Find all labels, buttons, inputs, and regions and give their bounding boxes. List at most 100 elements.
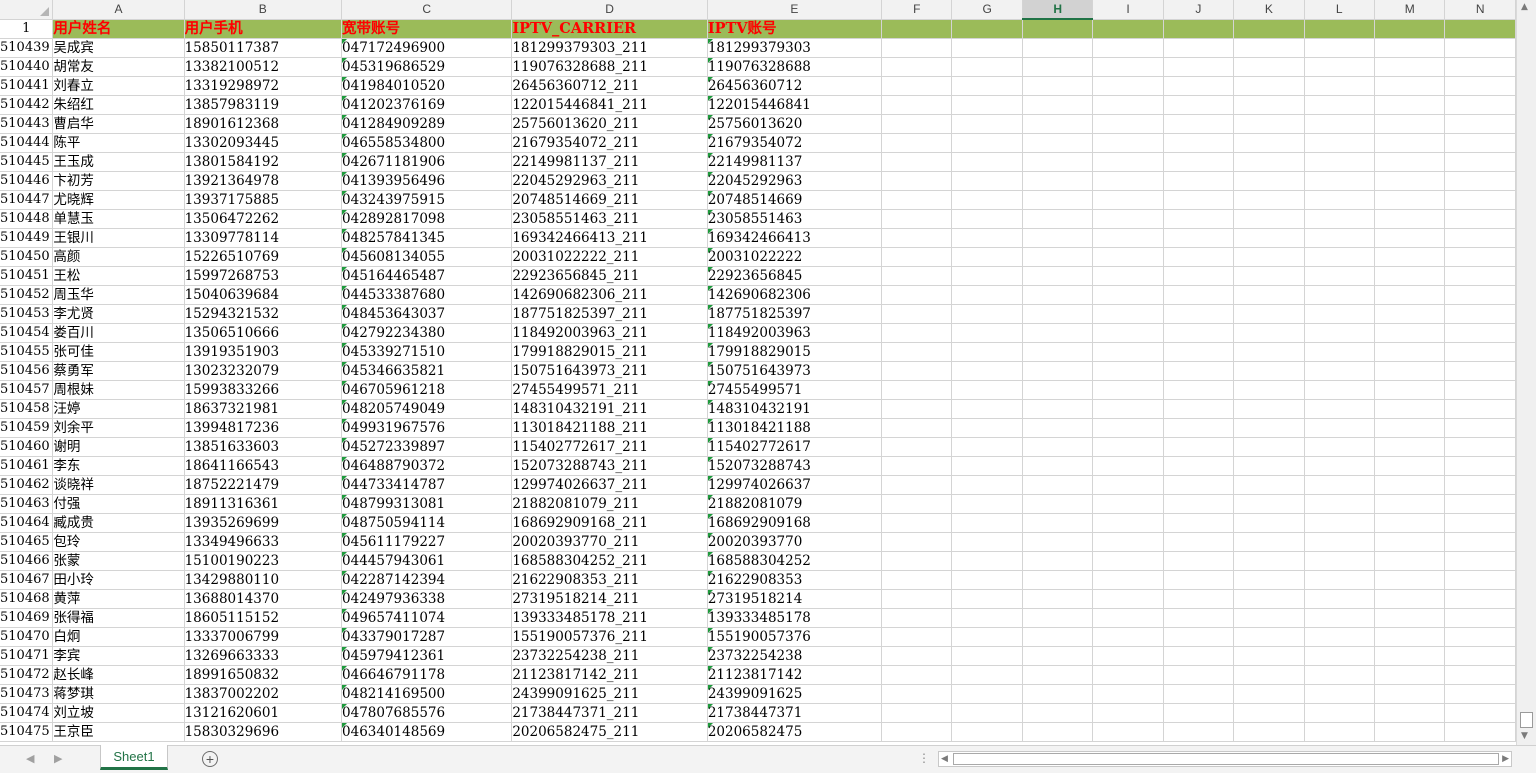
empty-cell[interactable]: [881, 418, 953, 438]
empty-cell[interactable]: [881, 437, 953, 457]
grid-cell[interactable]: 129974026637: [707, 475, 883, 495]
column-header-n[interactable]: N: [1444, 0, 1516, 20]
empty-cell[interactable]: [951, 38, 1023, 58]
empty-cell[interactable]: [1022, 456, 1094, 476]
row-number[interactable]: 510467: [0, 570, 54, 590]
grid-cell[interactable]: 13935269699: [184, 513, 343, 533]
row-number[interactable]: 510440: [0, 57, 54, 77]
empty-cell[interactable]: [1092, 266, 1164, 286]
empty-cell[interactable]: [1163, 323, 1235, 343]
empty-cell[interactable]: [1092, 551, 1164, 571]
empty-cell[interactable]: [1444, 209, 1516, 229]
vertical-scroll-thumb[interactable]: [1520, 712, 1533, 728]
grid-cell[interactable]: 21679354072_211: [511, 133, 708, 153]
empty-cell[interactable]: [1022, 722, 1094, 742]
empty-cell[interactable]: [1304, 646, 1375, 666]
empty-cell[interactable]: [881, 247, 953, 267]
empty-cell[interactable]: [1163, 285, 1235, 305]
empty-cell[interactable]: [1233, 703, 1305, 723]
row-number[interactable]: 510441: [0, 76, 54, 96]
empty-cell[interactable]: [1444, 570, 1516, 590]
grid-cell[interactable]: 王玉成: [52, 152, 185, 172]
column-header-a[interactable]: A: [52, 0, 185, 20]
empty-cell[interactable]: [1092, 513, 1164, 533]
empty-cell[interactable]: [951, 627, 1023, 647]
grid-cell[interactable]: 曹启华: [52, 114, 185, 134]
empty-cell[interactable]: [1444, 475, 1516, 495]
grid-cell[interactable]: 168588304252: [707, 551, 883, 571]
grid-cell[interactable]: 蒋梦琪: [52, 684, 185, 704]
row-number[interactable]: 510471: [0, 646, 54, 666]
empty-cell[interactable]: [1444, 152, 1516, 172]
grid-cell[interactable]: 152073288743: [707, 456, 883, 476]
empty-cell[interactable]: [1374, 513, 1446, 533]
empty-cell[interactable]: [1092, 608, 1164, 628]
empty-cell[interactable]: [1374, 209, 1446, 229]
row-number[interactable]: 510458: [0, 399, 54, 419]
empty-cell[interactable]: [1163, 475, 1235, 495]
empty-cell[interactable]: [1374, 532, 1446, 552]
empty-cell[interactable]: [1374, 627, 1446, 647]
grid-cell[interactable]: 22045292963_211: [511, 171, 708, 191]
empty-cell[interactable]: [951, 399, 1023, 419]
empty-cell[interactable]: [881, 494, 953, 514]
grid-cell[interactable]: 119076328688: [707, 57, 883, 77]
grid-cell[interactable]: 18641166543: [184, 456, 343, 476]
previous-sheet-icon[interactable]: ◀: [26, 752, 34, 765]
empty-cell[interactable]: [1374, 323, 1446, 343]
grid-cell[interactable]: 22149981137: [707, 152, 883, 172]
column-header-c[interactable]: C: [341, 0, 513, 20]
grid-cell[interactable]: 169342466413: [707, 228, 883, 248]
empty-cell[interactable]: [951, 551, 1023, 571]
empty-cell[interactable]: [1374, 171, 1446, 191]
empty-cell[interactable]: [1304, 323, 1375, 343]
empty-cell[interactable]: [1022, 76, 1094, 96]
row-number[interactable]: 510450: [0, 247, 54, 267]
grid-cell[interactable]: 周玉华: [52, 285, 185, 305]
add-sheet-icon[interactable]: +: [202, 751, 218, 767]
empty-cell[interactable]: [1374, 38, 1446, 58]
empty-cell[interactable]: [1233, 133, 1305, 153]
grid-cell[interactable]: 王京臣: [52, 722, 185, 742]
row-number[interactable]: 510455: [0, 342, 54, 362]
grid-cell[interactable]: 115402772617_211: [511, 437, 708, 457]
grid-cell[interactable]: 045319686529: [341, 57, 513, 77]
scroll-up-icon[interactable]: ▲: [1521, 2, 1528, 12]
grid-cell[interactable]: 041284909289: [341, 114, 513, 134]
empty-cell[interactable]: [1092, 437, 1164, 457]
grid-cell[interactable]: 谢明: [52, 437, 185, 457]
empty-cell[interactable]: [1374, 418, 1446, 438]
empty-cell[interactable]: [1092, 19, 1164, 39]
empty-cell[interactable]: [881, 665, 953, 685]
empty-cell[interactable]: [1304, 551, 1375, 571]
empty-cell[interactable]: [1444, 437, 1516, 457]
grid-cell[interactable]: 13919351903: [184, 342, 343, 362]
empty-cell[interactable]: [1374, 399, 1446, 419]
empty-cell[interactable]: [1444, 361, 1516, 381]
grid-cell[interactable]: 044533387680: [341, 285, 513, 305]
empty-cell[interactable]: [1304, 57, 1375, 77]
empty-cell[interactable]: [1233, 380, 1305, 400]
grid-cell[interactable]: 13506510666: [184, 323, 343, 343]
empty-cell[interactable]: [951, 418, 1023, 438]
grid-cell[interactable]: 18901612368: [184, 114, 343, 134]
grid-cell[interactable]: 048214169500: [341, 684, 513, 704]
empty-cell[interactable]: [1092, 323, 1164, 343]
grid-cell[interactable]: 22923656845_211: [511, 266, 708, 286]
empty-cell[interactable]: [951, 456, 1023, 476]
empty-cell[interactable]: [881, 19, 953, 39]
empty-cell[interactable]: [1233, 589, 1305, 609]
empty-cell[interactable]: [881, 57, 953, 77]
empty-cell[interactable]: [1444, 589, 1516, 609]
empty-cell[interactable]: [1444, 228, 1516, 248]
grid-cell[interactable]: 049931967576: [341, 418, 513, 438]
grid-cell[interactable]: 13801584192: [184, 152, 343, 172]
grid-cell[interactable]: 179918829015: [707, 342, 883, 362]
grid-cell[interactable]: 13506472262: [184, 209, 343, 229]
grid-cell[interactable]: 119076328688_211: [511, 57, 708, 77]
empty-cell[interactable]: [1304, 703, 1375, 723]
grid-cell[interactable]: 21679354072: [707, 133, 883, 153]
row-number[interactable]: 510474: [0, 703, 54, 723]
empty-cell[interactable]: [1304, 608, 1375, 628]
empty-cell[interactable]: [1163, 627, 1235, 647]
